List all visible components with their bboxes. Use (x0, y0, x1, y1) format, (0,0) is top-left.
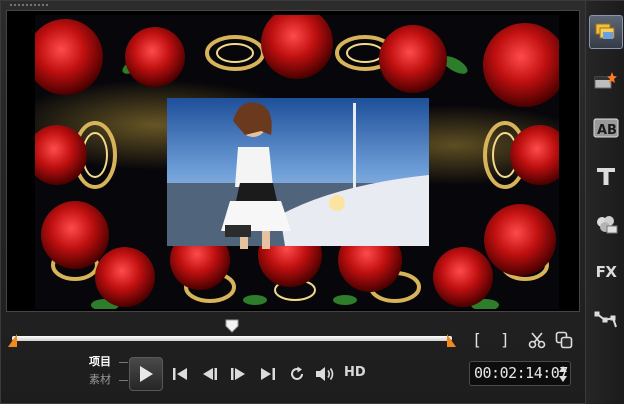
skip-to-start-icon (173, 368, 187, 380)
mark-in-button[interactable]: [ (469, 331, 485, 349)
media-library-icon (595, 23, 615, 39)
play-icon (140, 366, 153, 382)
title-icon (597, 168, 615, 185)
project-mode-toggle[interactable]: 项目 (89, 355, 111, 369)
scrub-track[interactable] (12, 336, 452, 341)
timeline-scrubber[interactable] (6, 317, 464, 351)
motion-path-icon (594, 311, 617, 328)
preview-frame-image (35, 15, 559, 309)
play-button[interactable] (129, 357, 163, 391)
graphic-button[interactable] (589, 207, 623, 241)
trim-in-handle[interactable] (7, 334, 18, 347)
next-frame-icon (231, 368, 245, 380)
clip-mode-indicator (119, 380, 128, 381)
filter-icon: FX (595, 263, 617, 281)
transition-icon: AB (593, 118, 619, 138)
enlarge-preview-button[interactable] (553, 329, 575, 351)
timecode-decrement-icon[interactable] (558, 374, 568, 384)
playhead-handle[interactable] (225, 319, 239, 333)
enlarge-preview-icon (555, 331, 573, 349)
transition-button[interactable]: AB (589, 111, 623, 145)
next-frame-button[interactable] (227, 363, 249, 385)
timecode-value[interactable]: 00:02:14:07 (474, 364, 568, 382)
go-to-end-button[interactable] (257, 363, 279, 385)
instant-project-icon (594, 72, 617, 89)
video-preview[interactable] (35, 15, 559, 309)
filter-button[interactable]: FX (589, 255, 623, 289)
go-to-start-button[interactable] (169, 363, 191, 385)
timecode-increment-icon[interactable] (558, 364, 568, 374)
panel-grip[interactable] (9, 3, 49, 8)
speaker-icon (316, 367, 334, 381)
split-clip-button[interactable] (526, 329, 548, 351)
graphic-icon (597, 216, 618, 234)
trim-out-handle[interactable] (446, 334, 457, 347)
skip-to-end-icon (261, 368, 275, 380)
clip-mode-toggle[interactable]: 素材 (89, 373, 111, 387)
project-mode-indicator (119, 362, 128, 363)
title-button[interactable] (589, 159, 623, 193)
repeat-icon (291, 366, 303, 380)
motion-path-button[interactable] (589, 303, 623, 337)
hd-preview-button[interactable]: HD (344, 365, 366, 380)
previous-frame-button[interactable] (199, 363, 221, 385)
mark-out-button[interactable]: ] (497, 331, 513, 349)
preview-window (6, 10, 580, 312)
scissors-icon (528, 332, 546, 349)
instant-project-button[interactable] (589, 63, 623, 97)
previous-frame-icon (203, 368, 217, 380)
volume-button[interactable] (314, 363, 336, 385)
svg-text:AB: AB (597, 123, 617, 138)
timecode-field[interactable]: 00:02:14:07 (469, 361, 571, 386)
preview-panel: AB FX [] 项目 素材 HD 00:02:14:07 (0, 0, 624, 404)
library-sidebar: AB FX (585, 1, 624, 404)
media-library-button[interactable] (589, 15, 623, 49)
repeat-button[interactable] (286, 363, 308, 385)
